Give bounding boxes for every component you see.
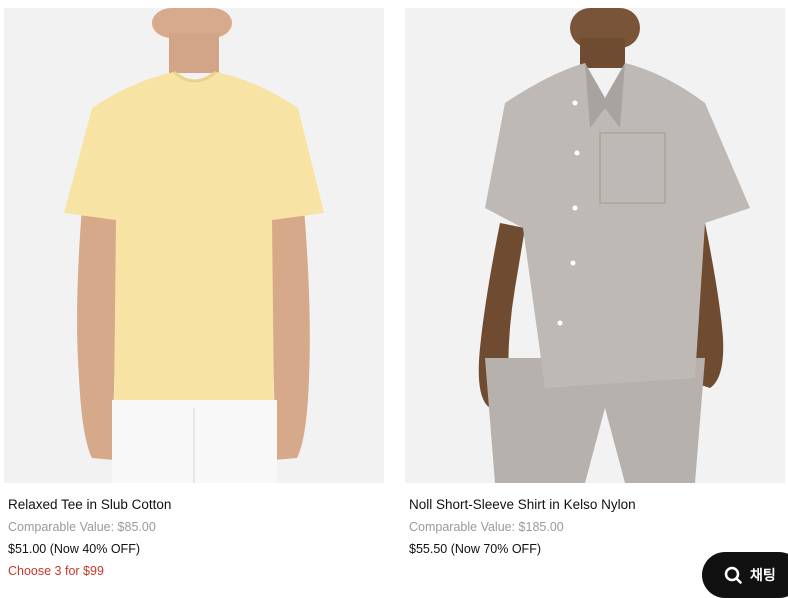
product-image[interactable] — [405, 8, 785, 483]
product-name[interactable]: Relaxed Tee in Slub Cotton — [8, 497, 380, 513]
chat-search-icon — [724, 566, 742, 584]
product-card[interactable]: Noll Short-Sleeve Shirt in Kelso Nylon C… — [405, 8, 785, 557]
product-card[interactable]: Relaxed Tee in Slub Cotton Comparable Va… — [4, 8, 384, 579]
chat-label: 채팅 — [750, 567, 776, 583]
chat-button[interactable]: 채팅 — [702, 552, 788, 598]
product-image[interactable] — [4, 8, 384, 483]
sale-price: $51.00 (Now 40% OFF) — [8, 542, 140, 556]
comparable-value: Comparable Value: $185.00 — [409, 520, 564, 534]
product-name[interactable]: Noll Short-Sleeve Shirt in Kelso Nylon — [409, 497, 781, 513]
promo-text: Choose 3 for $99 — [8, 564, 104, 578]
comparable-value: Comparable Value: $85.00 — [8, 520, 156, 534]
